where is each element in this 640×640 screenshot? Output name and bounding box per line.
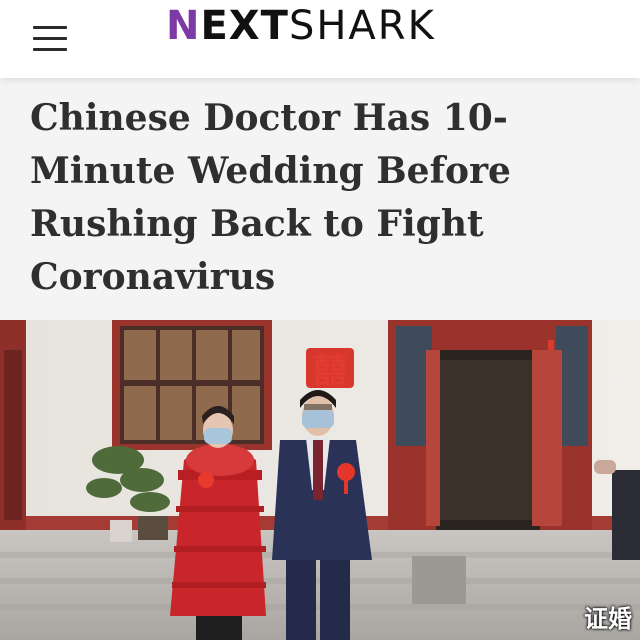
menu-line xyxy=(33,37,67,40)
article-headline[interactable]: Chinese Doctor Has 10-Minute Wedding Bef… xyxy=(30,92,620,304)
site-logo[interactable]: N EXT SHARK xyxy=(166,3,436,49)
logo-mark: N xyxy=(166,3,201,49)
menu-line xyxy=(33,48,67,51)
photo-caption: 证婚 xyxy=(584,605,632,633)
hamburger-menu-icon[interactable] xyxy=(33,26,67,52)
article-hero-image[interactable]: 囍 证婚 xyxy=(0,320,640,640)
logo-text-shark: SHARK xyxy=(288,3,436,49)
headline-section: Chinese Doctor Has 10-Minute Wedding Bef… xyxy=(0,78,640,320)
svg-text:囍: 囍 xyxy=(313,351,347,391)
logo-text-next: EXT xyxy=(200,3,289,49)
top-nav-bar: N EXT SHARK xyxy=(0,0,640,78)
menu-line xyxy=(33,26,67,29)
